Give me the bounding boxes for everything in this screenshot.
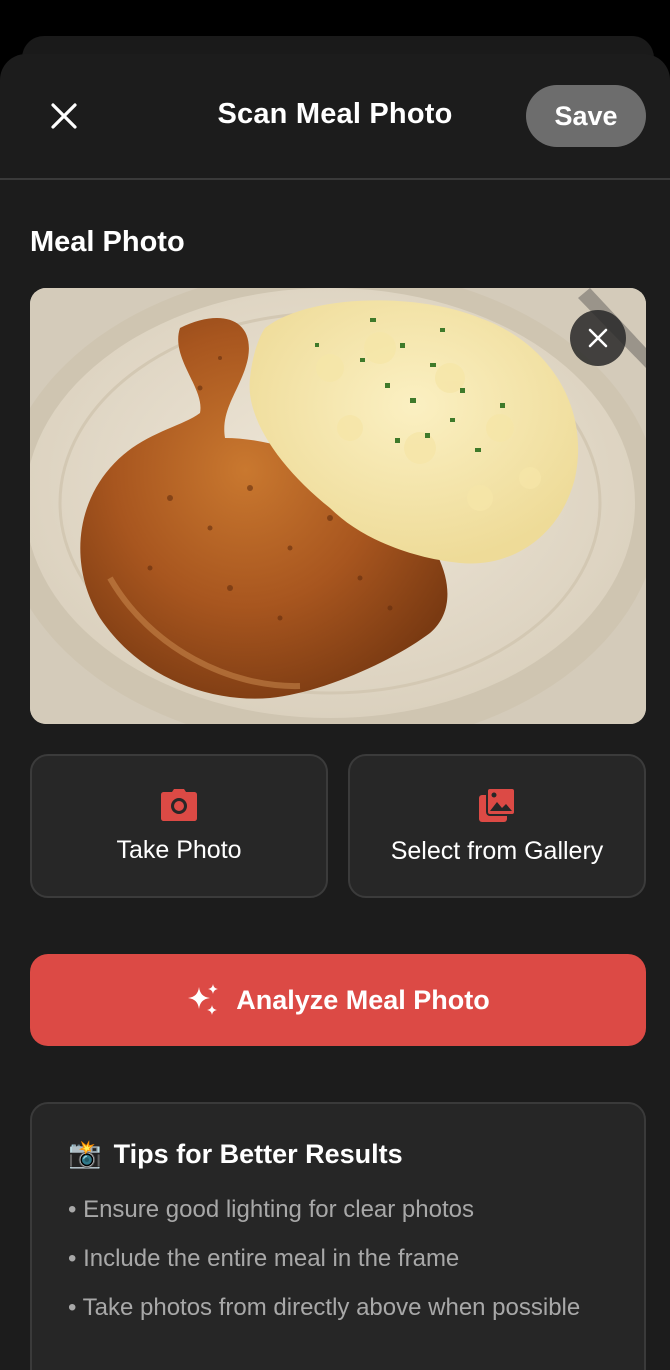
tip-item: • Ensure good lighting for clear photos (68, 1196, 474, 1223)
take-photo-button[interactable]: Take Photo (30, 754, 328, 898)
gallery-icon (479, 786, 516, 822)
analyze-meal-photo-button[interactable]: Analyze Meal Photo (30, 954, 646, 1046)
scan-meal-sheet: Scan Meal Photo Save Meal Photo Take Pho… (0, 54, 670, 1370)
select-from-gallery-label: Select from Gallery (390, 836, 604, 865)
section-label: Meal Photo (30, 226, 185, 258)
take-photo-label: Take Photo (116, 835, 242, 864)
save-button[interactable]: Save (526, 85, 646, 147)
tip-item: • Include the entire meal in the frame (68, 1245, 460, 1272)
select-from-gallery-button[interactable]: Select from Gallery (348, 754, 646, 898)
camera-flash-icon: 📸 (68, 1139, 102, 1169)
tip-item: • Take photos from directly above when p… (68, 1294, 581, 1321)
meal-photo-image (30, 288, 646, 724)
sparkles-icon (188, 984, 219, 1015)
close-icon (588, 328, 608, 348)
analyze-meal-photo-label: Analyze Meal Photo (236, 984, 490, 1015)
camera-icon (161, 788, 197, 821)
meal-photo (30, 288, 646, 724)
tips-title: 📸 Tips for Better Results (68, 1138, 403, 1170)
tips-card: 📸 Tips for Better Results • Ensure good … (30, 1102, 646, 1370)
header: Scan Meal Photo Save (0, 54, 670, 180)
remove-photo-button[interactable] (570, 310, 626, 366)
tips-title-label: Tips for Better Results (113, 1138, 403, 1169)
